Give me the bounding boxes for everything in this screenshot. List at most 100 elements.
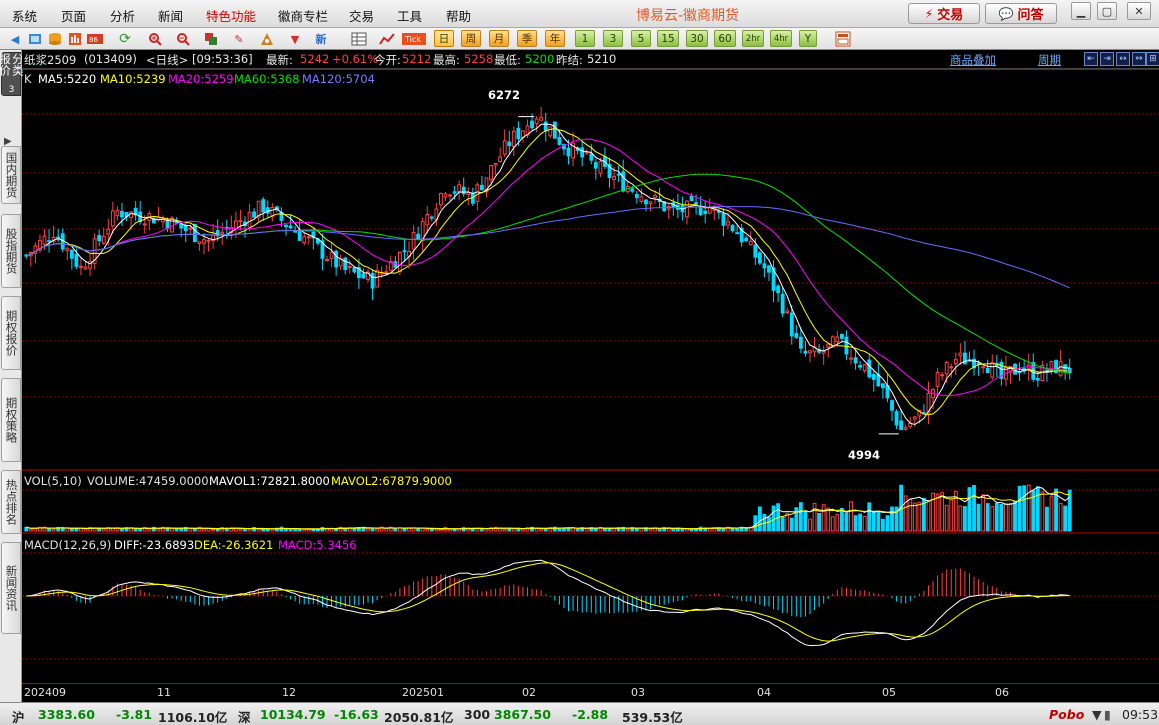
candle-body bbox=[726, 221, 730, 226]
period-60min-button[interactable]: 60 bbox=[714, 30, 736, 47]
period-week-button[interactable]: 周 bbox=[461, 30, 481, 47]
tick-label: Tick bbox=[404, 35, 421, 44]
candlestick-chart[interactable]: K MA5:5220 MA10:5239 MA20:5259 MA60:5368… bbox=[22, 69, 1159, 683]
volume-bar bbox=[908, 498, 913, 532]
candle-body bbox=[502, 140, 507, 155]
tab-category-quotes[interactable]: 分类报价 3 bbox=[0, 52, 25, 96]
period-3min-button[interactable]: 3 bbox=[603, 30, 623, 47]
cycle-link[interactable]: 周期 bbox=[1038, 52, 1061, 68]
menu-news[interactable]: 新闻 bbox=[158, 6, 183, 25]
menu-huishang-column[interactable]: 徽商专栏 bbox=[278, 6, 328, 25]
tab-option-strategy[interactable]: 期权策略 bbox=[1, 378, 21, 462]
ask-button[interactable]: 💬 问答 bbox=[985, 3, 1057, 24]
period-2hr-button[interactable]: 2hr bbox=[742, 30, 764, 47]
strategy-icon[interactable] bbox=[258, 30, 276, 48]
candle-body bbox=[202, 239, 206, 244]
volume-bar bbox=[808, 518, 812, 532]
multi-window-icon[interactable] bbox=[202, 30, 220, 48]
volume-bar bbox=[757, 506, 762, 532]
candle-body bbox=[794, 333, 799, 338]
volume-bar bbox=[270, 528, 275, 532]
candle-body bbox=[621, 171, 626, 192]
tab-hot-ranking[interactable]: 热点排名 bbox=[1, 470, 21, 534]
tick-chart-button[interactable]: Tick bbox=[402, 30, 426, 48]
candle-body bbox=[589, 153, 594, 161]
trade-button[interactable]: ⚡ 交易 bbox=[908, 3, 980, 24]
layout-icon[interactable] bbox=[834, 30, 852, 48]
period-5min-button[interactable]: 5 bbox=[631, 30, 651, 47]
scroll-left-icon[interactable]: ⇤ bbox=[1084, 52, 1098, 66]
scroll-right-icon[interactable]: ⇥ bbox=[1100, 52, 1114, 66]
tab-domestic-futures[interactable]: 国内期货 bbox=[1, 146, 21, 204]
menu-tools[interactable]: 工具 bbox=[397, 6, 422, 25]
volume-bar bbox=[844, 512, 849, 532]
database-icon[interactable] bbox=[46, 30, 64, 48]
tab-option-quotes[interactable]: 期权报价 bbox=[1, 296, 21, 370]
menu-trade[interactable]: 交易 bbox=[349, 6, 374, 25]
volume-bar bbox=[753, 515, 758, 532]
commodity-overlay-link[interactable]: 商品叠加 bbox=[950, 52, 996, 68]
ticker-icon[interactable]: 86 bbox=[86, 30, 104, 48]
menu-analysis[interactable]: 分析 bbox=[110, 6, 135, 25]
table-icon[interactable] bbox=[350, 30, 368, 48]
low-price: 5200 bbox=[525, 52, 555, 66]
fullscreen-icon[interactable]: ⊞ bbox=[1146, 52, 1159, 66]
pencil-icon[interactable]: ✎ bbox=[230, 30, 248, 48]
period-year-button[interactable]: 年 bbox=[545, 30, 565, 47]
period-30min-button[interactable]: 30 bbox=[686, 30, 708, 47]
period-month-button[interactable]: 月 bbox=[489, 30, 509, 47]
candle-body bbox=[871, 374, 876, 380]
menu-system[interactable]: 系统 bbox=[12, 6, 37, 25]
volume-bar bbox=[1017, 485, 1022, 532]
period-quarter-button[interactable]: 季 bbox=[517, 30, 537, 47]
volume-bar bbox=[1058, 502, 1063, 532]
minimize-button[interactable]: ▁ bbox=[1071, 2, 1091, 20]
zoom-out-icon[interactable] bbox=[174, 30, 192, 48]
maximize-button[interactable]: ▢ bbox=[1097, 2, 1117, 20]
period-15min-button[interactable]: 15 bbox=[657, 30, 679, 47]
chart-window-icon[interactable] bbox=[66, 30, 84, 48]
tab-index-futures-label: 股指期货 bbox=[4, 228, 19, 274]
shrink-icon[interactable]: ⇔ bbox=[1132, 52, 1146, 66]
refresh-icon[interactable]: ⟳ bbox=[116, 30, 134, 48]
volume-bar bbox=[826, 507, 831, 532]
candle-body bbox=[142, 223, 147, 226]
volume-bar bbox=[484, 528, 489, 532]
period-day-button[interactable]: 日 bbox=[434, 30, 454, 47]
candle-body bbox=[343, 257, 348, 270]
candle-body bbox=[252, 211, 257, 218]
candle-body bbox=[361, 273, 366, 279]
period-4hr-button[interactable]: 4hr bbox=[770, 30, 792, 47]
new-icon[interactable]: 新 bbox=[312, 30, 330, 48]
volume-bar bbox=[156, 528, 161, 532]
home-icon[interactable] bbox=[26, 30, 44, 48]
candle-body bbox=[990, 361, 995, 378]
volume-bar bbox=[835, 513, 840, 532]
mavol1-legend: MAVOL1:72821.8000 bbox=[209, 474, 330, 488]
close-button[interactable]: ✕ bbox=[1127, 2, 1151, 20]
candle-body bbox=[821, 350, 826, 354]
candle-body bbox=[940, 374, 945, 377]
filter-icon[interactable]: ▼ bbox=[286, 30, 304, 48]
volume-bar bbox=[51, 528, 56, 532]
candle-body bbox=[616, 173, 621, 176]
expand-icon[interactable]: ↔ bbox=[1116, 52, 1130, 66]
volume-bar bbox=[429, 528, 434, 532]
tab-index-futures[interactable]: 股指期货 bbox=[1, 214, 21, 288]
zoom-in-icon[interactable] bbox=[146, 30, 164, 48]
menu-special-features[interactable]: 特色功能 bbox=[206, 6, 256, 25]
period-1min-button[interactable]: 1 bbox=[575, 30, 595, 47]
volume-bar bbox=[502, 528, 507, 532]
toolbar: ◀ 86 ⟳ ✎ ▼ 新 Tick 日 周 月 季 年 1 3 5 15 30 … bbox=[0, 28, 1159, 50]
period-y-button[interactable]: Y bbox=[799, 30, 817, 47]
back-arrow-icon[interactable]: ◀ bbox=[6, 30, 24, 48]
volume-bar bbox=[926, 500, 931, 532]
tab-news[interactable]: 新闻资讯 bbox=[1, 542, 21, 634]
volume-bar bbox=[147, 528, 152, 532]
sh-index-label: 沪 bbox=[12, 710, 25, 725]
menu-page[interactable]: 页面 bbox=[61, 6, 86, 25]
menu-help[interactable]: 帮助 bbox=[446, 6, 471, 25]
candle-body bbox=[302, 236, 307, 244]
candle-body bbox=[297, 229, 302, 241]
line-chart-icon[interactable] bbox=[378, 30, 396, 48]
